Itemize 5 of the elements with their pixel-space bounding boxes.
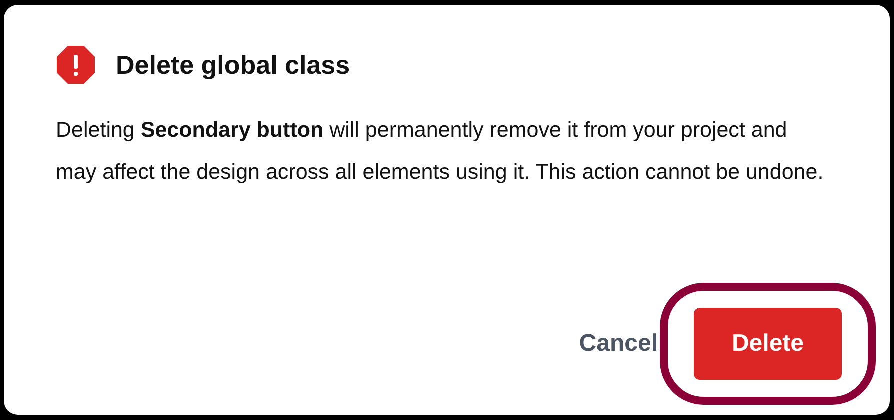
delete-button[interactable]: Delete (694, 308, 842, 380)
dialog-message: Deleting Secondary button will permanently remove it from your project and may affect the design across all elements using it. This action cannot be undone. (56, 117, 825, 186)
dialog-title: Delete global class (116, 50, 350, 80)
error-icon (56, 45, 96, 85)
cancel-button[interactable]: Cancel (579, 330, 658, 358)
